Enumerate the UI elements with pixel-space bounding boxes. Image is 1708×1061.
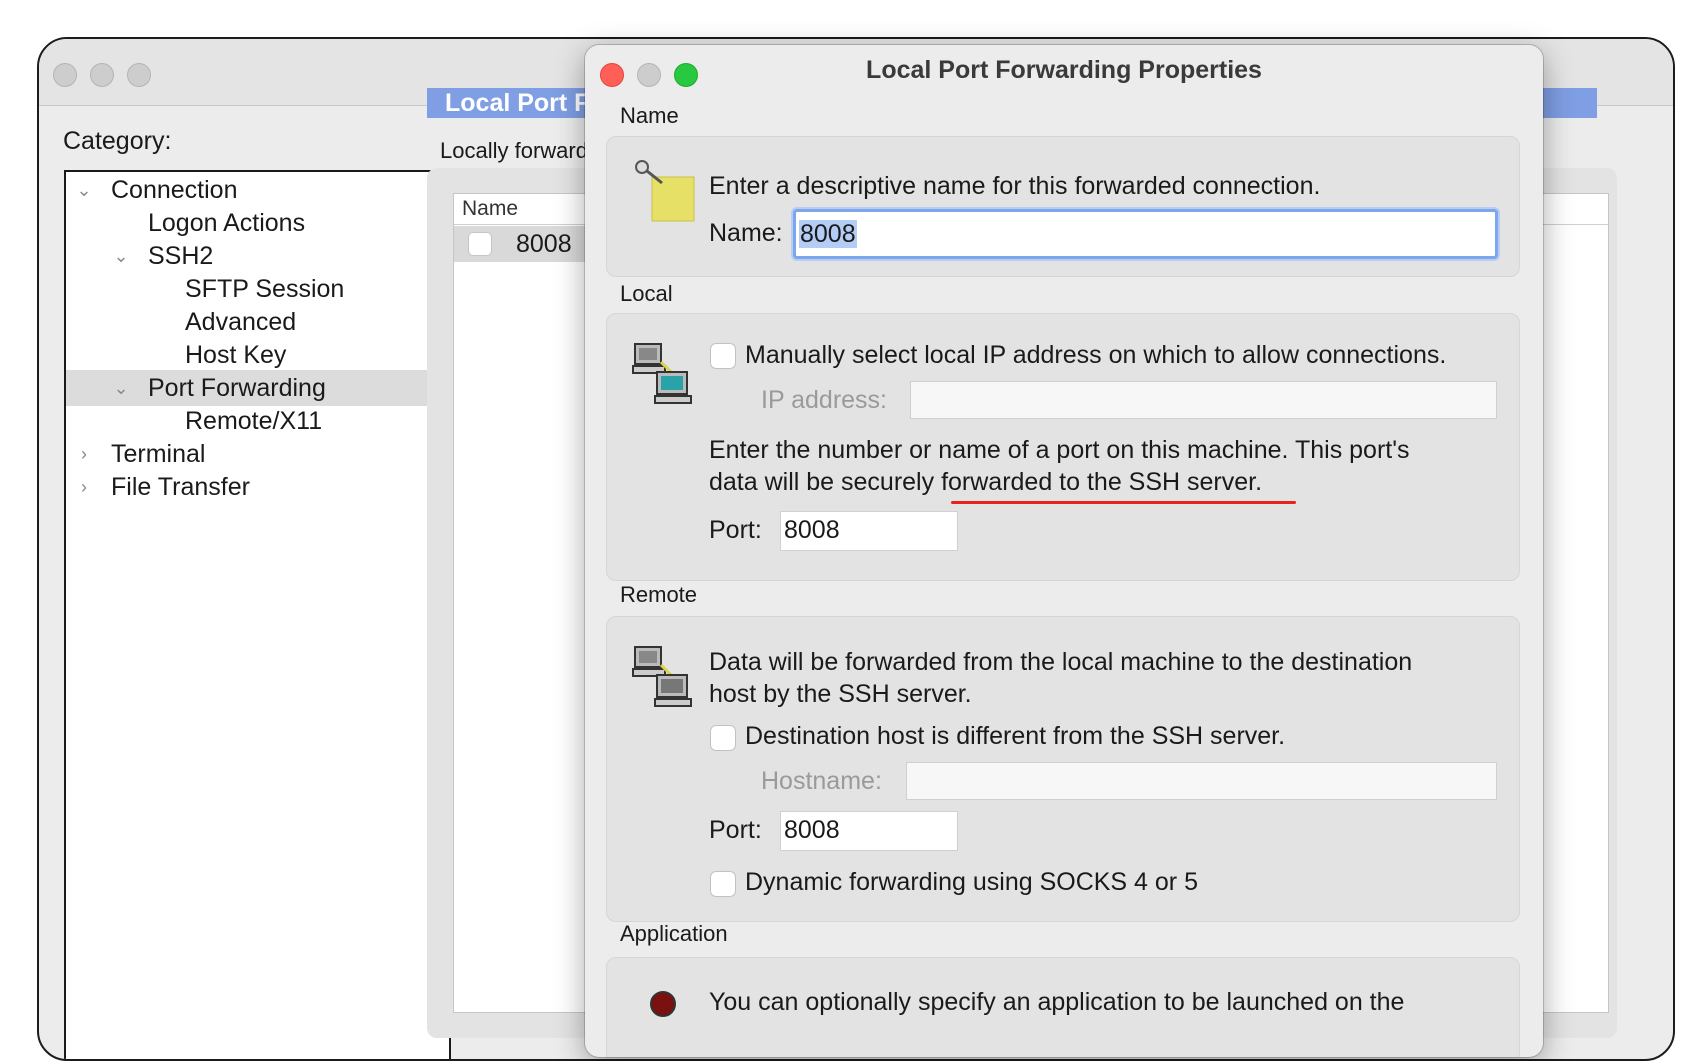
tree-item-label: SSH2 — [148, 242, 214, 270]
tree-item-ssh2[interactable]: ⌄ SSH2 — [66, 238, 449, 274]
chevron-right-icon[interactable]: › — [74, 436, 94, 472]
local-port-field[interactable]: 8008 — [780, 511, 958, 551]
name-group: Enter a descriptive name for this forwar… — [606, 136, 1520, 277]
tree-item-label: Connection — [111, 176, 238, 204]
ip-address-field[interactable] — [910, 381, 1497, 419]
hostname-label: Hostname: — [761, 767, 882, 795]
tree-item-label: Remote/X11 — [185, 407, 323, 435]
chevron-down-icon[interactable]: ⌄ — [111, 370, 131, 406]
tree-item-connection[interactable]: ⌄ Connection — [66, 172, 449, 208]
tree-item-file-transfer[interactable]: › File Transfer — [66, 469, 449, 505]
pushpin-note-icon — [635, 160, 695, 222]
application-group: You can optionally specify an applicatio… — [606, 957, 1520, 1057]
name-instruction: Enter a descriptive name for this forwar… — [709, 172, 1321, 200]
dynamic-forwarding-checkbox[interactable] — [710, 871, 736, 897]
local-description-part-c: . — [1255, 468, 1263, 496]
local-description-line1: Enter the number or name of a port on th… — [709, 436, 1410, 464]
dialog-title: Local Port Forwarding Properties — [866, 56, 1262, 84]
tree-item-label: Terminal — [111, 440, 206, 468]
row-checkbox[interactable] — [468, 232, 492, 256]
tree-item-label: Logon Actions — [148, 209, 306, 237]
dynamic-forwarding-label: Dynamic forwarding using SOCKS 4 or 5 — [745, 868, 1198, 896]
chevron-down-icon[interactable]: ⌄ — [111, 238, 131, 274]
hostname-field[interactable] — [906, 762, 1497, 800]
application-section-label: Application — [620, 921, 728, 946]
tree-item-logon-actions[interactable]: Logon Actions — [66, 205, 449, 241]
zoom-button-inactive[interactable] — [127, 63, 151, 87]
local-description-line2: data will be securely forwarded to the S… — [709, 466, 1262, 498]
category-label: Category: — [63, 127, 172, 155]
category-tree[interactable]: ⌄ Connection Logon Actions ⌄ SSH2 SFTP S… — [64, 170, 451, 1059]
application-icon — [650, 991, 676, 1017]
tree-item-label: Port Forwarding — [148, 374, 326, 402]
column-header-name[interactable]: Name — [462, 194, 518, 224]
tree-item-host-key[interactable]: Host Key — [66, 337, 449, 373]
local-group: Manually select local IP address on whic… — [606, 313, 1520, 581]
name-field[interactable]: 8008 — [793, 209, 1498, 259]
tree-item-port-forwarding[interactable]: ⌄ Port Forwarding — [66, 370, 449, 406]
dialog-titlebar: Local Port Forwarding Properties — [585, 45, 1543, 95]
tree-item-terminal[interactable]: › Terminal — [66, 436, 449, 472]
computers-network-icon — [632, 343, 692, 404]
destination-host-checkbox[interactable] — [710, 725, 736, 751]
name-field-value: 8008 — [799, 220, 857, 248]
tree-item-label: SFTP Session — [185, 275, 345, 303]
local-description-part-a: data will be securely — [709, 468, 942, 496]
minimize-button-inactive[interactable] — [90, 63, 114, 87]
chevron-down-icon[interactable]: ⌄ — [74, 172, 94, 208]
chevron-right-icon[interactable]: › — [74, 469, 94, 505]
manual-ip-label: Manually select local IP address on whic… — [745, 341, 1447, 369]
local-section-label: Local — [620, 281, 673, 306]
tree-item-remote-x11[interactable]: Remote/X11 — [66, 403, 449, 439]
manual-ip-checkbox[interactable] — [710, 343, 736, 369]
destination-host-label: Destination host is different from the S… — [745, 722, 1286, 750]
computers-network-icon — [632, 646, 692, 707]
tree-item-advanced[interactable]: Advanced — [66, 304, 449, 340]
tree-item-label: File Transfer — [111, 473, 250, 501]
remote-section-label: Remote — [620, 582, 698, 607]
row-name: 8008 — [516, 230, 572, 258]
local-port-label: Port: — [709, 516, 762, 544]
remote-port-field[interactable]: 8008 — [780, 811, 958, 851]
annotation-underline — [951, 501, 1296, 504]
remote-description-line1: Data will be forwarded from the local ma… — [709, 648, 1413, 676]
remote-description-line2: host by the SSH server. — [709, 680, 972, 708]
remote-group: Data will be forwarded from the local ma… — [606, 616, 1520, 922]
remote-port-label: Port: — [709, 816, 762, 844]
application-description: You can optionally specify an applicatio… — [709, 988, 1405, 1016]
ip-address-label: IP address: — [761, 386, 888, 414]
tree-item-sftp-session[interactable]: SFTP Session — [66, 271, 449, 307]
tree-item-label: Host Key — [185, 341, 287, 369]
local-description-highlight: forwarded to the SSH server — [941, 468, 1256, 496]
name-section-label: Name — [620, 103, 679, 128]
name-field-label: Name: — [709, 219, 783, 247]
local-port-forwarding-dialog: Local Port Forwarding Properties Name En… — [585, 45, 1543, 1057]
tree-item-label: Advanced — [185, 308, 297, 336]
close-button-inactive[interactable] — [53, 63, 77, 87]
